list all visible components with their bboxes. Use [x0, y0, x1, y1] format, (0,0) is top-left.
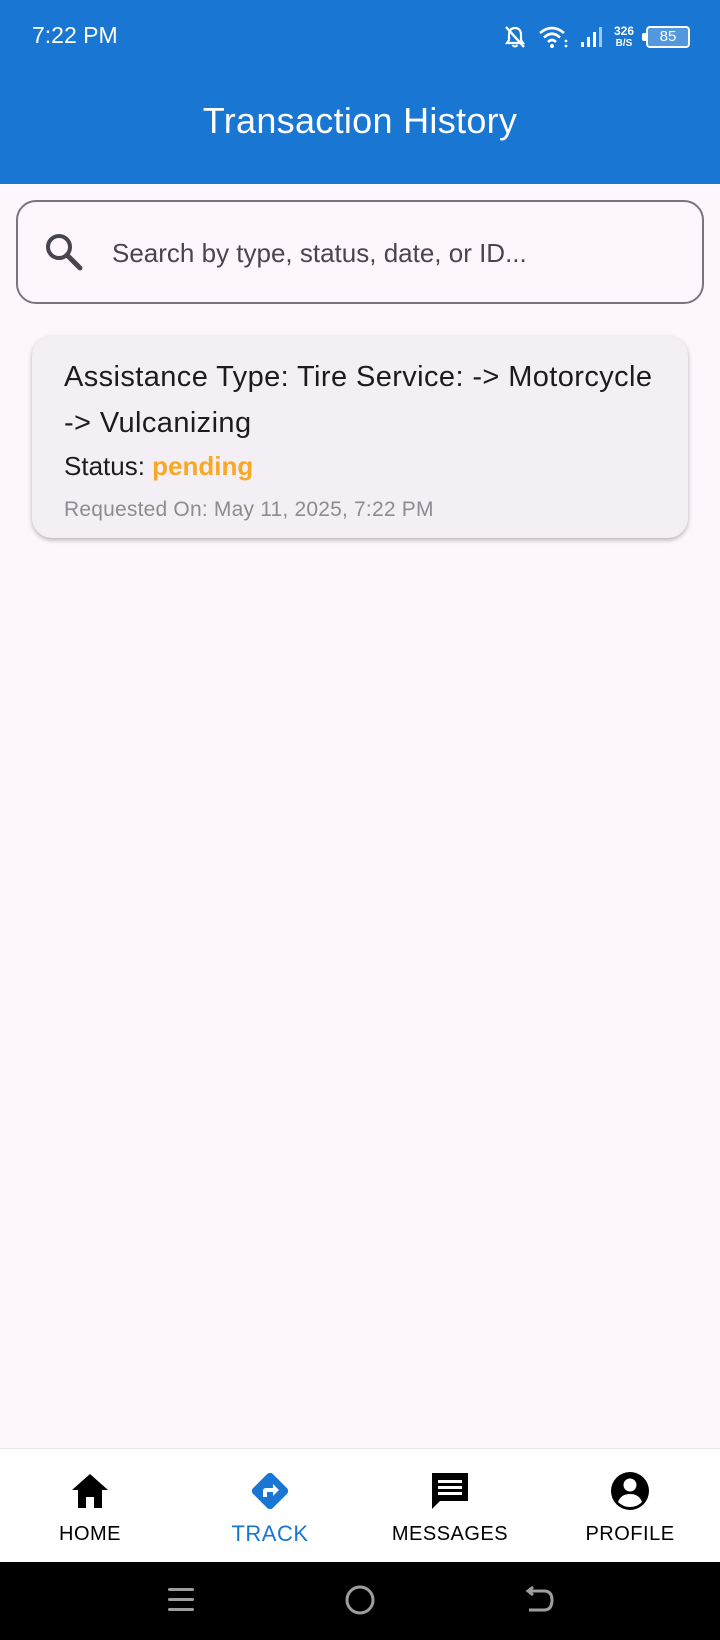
status-bar: 7:22 PM 326 B/S 85 [0, 0, 720, 72]
nav-label-track: TRACK [231, 1521, 309, 1546]
wifi-icon [538, 25, 568, 49]
search-icon [44, 232, 84, 277]
status-label: Status: [64, 451, 153, 481]
menu-icon[interactable] [166, 1584, 196, 1621]
directions-icon [248, 1469, 292, 1513]
battery-icon: 85 [642, 26, 690, 48]
home-circle-icon[interactable] [344, 1584, 376, 1621]
notifications-off-icon [504, 25, 526, 49]
nav-item-profile[interactable]: PROFILE [540, 1449, 720, 1563]
nav-item-messages[interactable]: MESSAGES [360, 1449, 540, 1563]
nav-item-home[interactable]: HOME [0, 1449, 180, 1563]
status-time: 7:22 PM [32, 22, 118, 48]
battery-level: 85 [659, 28, 677, 45]
bottom-nav: HOME TRACK MESSAGES PROFILE [0, 1448, 720, 1562]
transaction-card[interactable]: Assistance Type: Tire Service: -> Motorc… [32, 336, 688, 538]
home-icon [70, 1469, 110, 1513]
status-icons: 326 B/S 85 [504, 20, 690, 54]
app-bar: Transaction History [0, 72, 720, 184]
message-icon [429, 1469, 471, 1513]
network-speed: 326 B/S [613, 23, 634, 49]
status-badge: pending [152, 451, 254, 481]
system-navigation-bar [0, 1562, 720, 1640]
nav-label-messages: MESSAGES [391, 1523, 509, 1545]
network-speed-value: 326 [613, 23, 634, 38]
transaction-status: Status: pending [64, 446, 656, 486]
back-icon[interactable] [524, 1584, 556, 1621]
account-circle-icon [609, 1469, 651, 1513]
transaction-title: Assistance Type: Tire Service: -> Motorc… [64, 361, 653, 439]
nav-item-track[interactable]: TRACK [180, 1449, 360, 1563]
search-input[interactable] [112, 226, 672, 280]
transaction-date: Requested On: May 11, 2025, 7:22 PM [64, 498, 434, 521]
signal-icon [580, 26, 602, 48]
page-title: Transaction History [202, 100, 518, 141]
nav-label-profile: PROFILE [585, 1523, 675, 1545]
search-box[interactable] [16, 200, 704, 304]
nav-label-home: HOME [59, 1523, 121, 1545]
network-speed-unit: B/S [615, 37, 633, 49]
